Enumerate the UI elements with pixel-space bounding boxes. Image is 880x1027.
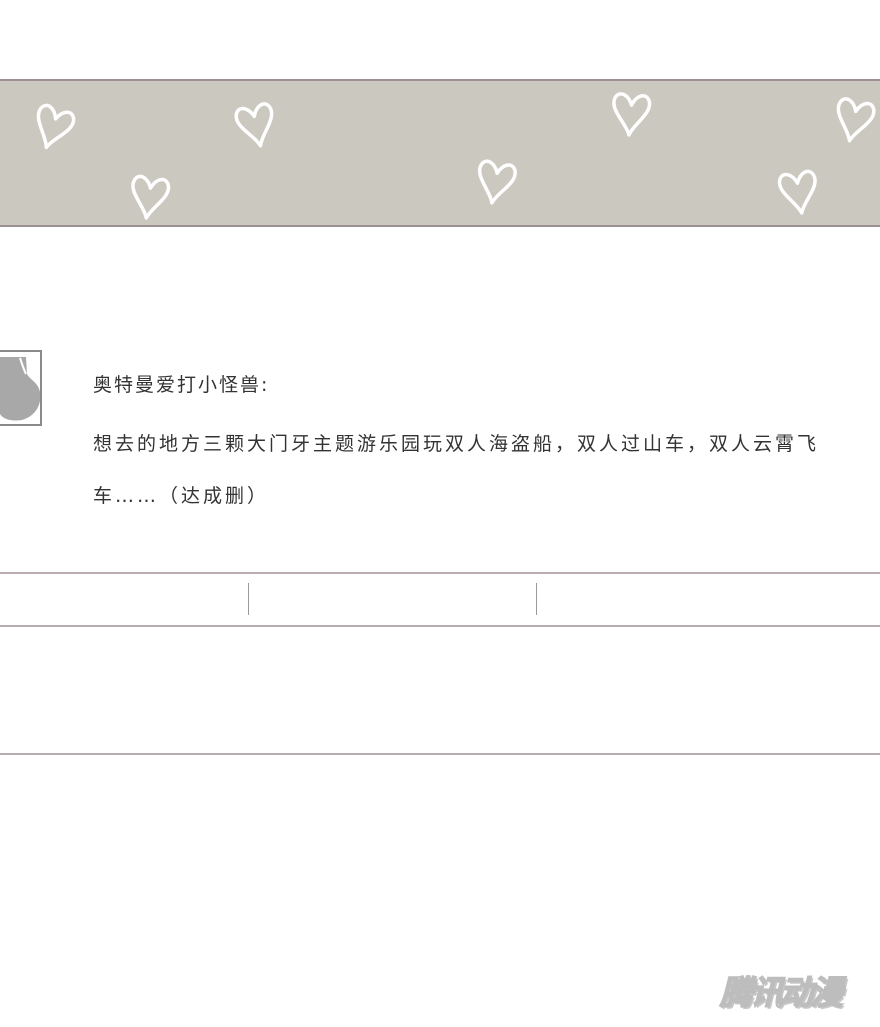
- avatar[interactable]: [0, 350, 42, 426]
- heart-banner: [0, 79, 880, 227]
- divider: [0, 625, 880, 627]
- action-separator: [248, 583, 249, 615]
- heart-icon: [836, 97, 876, 143]
- comment-username[interactable]: 奥特曼爱打小怪兽:: [93, 370, 269, 397]
- heart-icon: [478, 159, 517, 205]
- heart-icon: [777, 169, 817, 215]
- watermark-logo: 腾讯动漫: [719, 972, 844, 1013]
- divider: [0, 753, 880, 755]
- heart-icon: [612, 92, 652, 137]
- heart-icon: [234, 102, 274, 148]
- comment-text: 想去的地方三颗大门牙主题游乐园玩双人海盗船，双人过山车，双人云霄飞车……（达成删…: [93, 433, 820, 507]
- divider: [0, 572, 880, 574]
- action-separator: [536, 583, 537, 615]
- heart-icon: [36, 103, 76, 150]
- heart-icon: [131, 174, 171, 220]
